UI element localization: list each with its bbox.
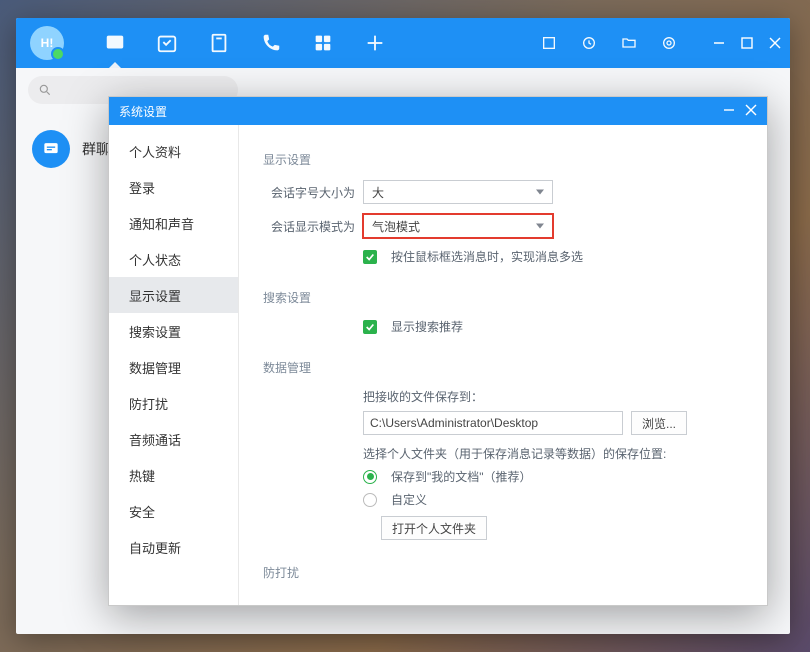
row-radio-docs: 保存到"我的文档"（推荐） bbox=[363, 468, 743, 485]
nav-personal-status[interactable]: 个人状态 bbox=[109, 241, 238, 277]
main-toolbar bbox=[104, 32, 386, 54]
nav-display[interactable]: 显示设置 bbox=[109, 277, 238, 313]
display-mode-value: 气泡模式 bbox=[372, 218, 420, 235]
calendar-icon[interactable] bbox=[156, 32, 178, 54]
settings-window-controls bbox=[723, 104, 757, 119]
settings-minimize-button[interactable] bbox=[723, 104, 735, 119]
apps-icon[interactable] bbox=[312, 32, 334, 54]
radio-save-custom[interactable] bbox=[363, 493, 377, 507]
multiselect-checkbox[interactable] bbox=[363, 250, 377, 264]
nav-hotkey[interactable]: 热键 bbox=[109, 457, 238, 493]
radio-custom-label: 自定义 bbox=[391, 491, 427, 508]
nav-audio[interactable]: 音频通话 bbox=[109, 421, 238, 457]
font-size-value: 大 bbox=[372, 184, 384, 201]
settings-dialog: 系统设置 个人资料 登录 通知和声音 个人状态 显示设置 搜索设置 数据管理 防… bbox=[108, 96, 768, 606]
gear-icon[interactable] bbox=[658, 32, 680, 54]
settings-content: 显示设置 会话字号大小为 大 会话显示模式为 气泡模式 按住鼠标框选消息时，实现… bbox=[239, 125, 767, 605]
search-recommend-checkbox[interactable] bbox=[363, 320, 377, 334]
row-font-size: 会话字号大小为 大 bbox=[263, 180, 743, 204]
row-display-mode: 会话显示模式为 气泡模式 bbox=[263, 214, 743, 238]
font-size-select[interactable]: 大 bbox=[363, 180, 553, 204]
display-mode-label: 会话显示模式为 bbox=[263, 218, 355, 235]
nav-dnd[interactable]: 防打扰 bbox=[109, 385, 238, 421]
settings-body: 个人资料 登录 通知和声音 个人状态 显示设置 搜索设置 数据管理 防打扰 音频… bbox=[109, 125, 767, 605]
main-titlebar: H! bbox=[16, 18, 790, 68]
folder-icon[interactable] bbox=[618, 32, 640, 54]
phone-icon[interactable] bbox=[260, 32, 282, 54]
settings-nav: 个人资料 登录 通知和声音 个人状态 显示设置 搜索设置 数据管理 防打扰 音频… bbox=[109, 125, 239, 605]
multiselect-label: 按住鼠标框选消息时，实现消息多选 bbox=[391, 248, 583, 265]
nav-notifications[interactable]: 通知和声音 bbox=[109, 205, 238, 241]
nav-security[interactable]: 安全 bbox=[109, 493, 238, 529]
row-radio-custom: 自定义 bbox=[363, 491, 743, 508]
save-to-label: 把接收的文件保存到： bbox=[363, 388, 483, 405]
search-recommend-label: 显示搜索推荐 bbox=[391, 318, 463, 335]
minimize-button[interactable] bbox=[712, 36, 726, 50]
avatar[interactable]: H! bbox=[30, 26, 64, 60]
display-mode-select[interactable]: 气泡模式 bbox=[363, 214, 553, 238]
settings-title: 系统设置 bbox=[119, 103, 167, 120]
nav-search[interactable]: 搜索设置 bbox=[109, 313, 238, 349]
row-save-to-label: 把接收的文件保存到： bbox=[363, 388, 743, 405]
browse-button[interactable]: 浏览... bbox=[631, 411, 687, 435]
group-chat-icon bbox=[32, 130, 70, 168]
row-multiselect: 按住鼠标框选消息时，实现消息多选 bbox=[363, 248, 743, 265]
nav-data[interactable]: 数据管理 bbox=[109, 349, 238, 385]
close-button[interactable] bbox=[768, 36, 782, 50]
radio-docs-label: 保存到"我的文档"（推荐） bbox=[391, 468, 532, 485]
history-icon[interactable] bbox=[578, 32, 600, 54]
row-save-path: 浏览... bbox=[363, 411, 743, 435]
maximize-button[interactable] bbox=[740, 36, 754, 50]
radio-save-docs[interactable] bbox=[363, 470, 377, 484]
row-personal-folder-label: 选择个人文件夹（用于保存消息记录等数据）的保存位置: bbox=[363, 445, 743, 462]
row-search-recommend: 显示搜索推荐 bbox=[363, 318, 743, 335]
screenshot-icon[interactable] bbox=[538, 32, 560, 54]
section-search-title: 搜索设置 bbox=[263, 289, 743, 306]
personal-folder-label: 选择个人文件夹（用于保存消息记录等数据）的保存位置: bbox=[363, 445, 666, 462]
nav-autoupdate[interactable]: 自动更新 bbox=[109, 529, 238, 565]
font-size-label: 会话字号大小为 bbox=[263, 184, 355, 201]
nav-personal-info[interactable]: 个人资料 bbox=[109, 133, 238, 169]
chat-item-label: 群聊 bbox=[82, 139, 110, 159]
window-controls bbox=[712, 36, 782, 50]
desktop-background: H! bbox=[0, 0, 810, 652]
notebook-icon[interactable] bbox=[208, 32, 230, 54]
row-open-folder: 打开个人文件夹 bbox=[381, 516, 743, 540]
titlebar-right bbox=[538, 32, 782, 54]
settings-titlebar: 系统设置 bbox=[109, 97, 767, 125]
section-data-title: 数据管理 bbox=[263, 359, 743, 376]
add-icon[interactable] bbox=[364, 32, 386, 54]
chat-tab-icon[interactable] bbox=[104, 32, 126, 54]
nav-login[interactable]: 登录 bbox=[109, 169, 238, 205]
section-display-title: 显示设置 bbox=[263, 151, 743, 168]
settings-close-button[interactable] bbox=[745, 104, 757, 119]
open-personal-folder-button[interactable]: 打开个人文件夹 bbox=[381, 516, 487, 540]
search-icon bbox=[38, 83, 52, 97]
section-dnd-title: 防打扰 bbox=[263, 564, 743, 581]
save-path-input[interactable] bbox=[363, 411, 623, 435]
